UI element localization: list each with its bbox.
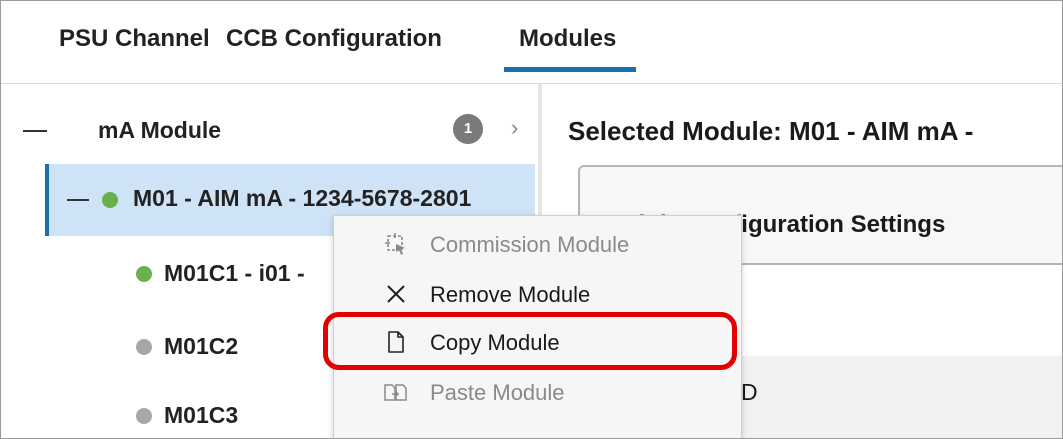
tree-module-label: M01 - AIM mA - 1234-5678-2801 [133, 185, 472, 211]
active-tab-indicator [504, 67, 636, 72]
tree-channel-label: M01C2 [164, 333, 239, 359]
chevron-right-icon[interactable]: › [511, 115, 518, 141]
tree-group-row[interactable]: mA Module 1 › [1, 111, 538, 151]
tree-channel-label: M01C3 [164, 402, 239, 428]
paste-icon [384, 384, 407, 401]
menu-item-paste-module[interactable]: Paste Module [334, 370, 741, 418]
highlight-annotation [323, 312, 737, 370]
tab-modules[interactable]: Modules [519, 25, 616, 53]
selected-module-title: Selected Module: M01 - AIM mA - [568, 116, 974, 146]
tab-bar: PSU Channel CCB Configuration Modules [1, 1, 1062, 84]
commission-icon [385, 233, 405, 255]
status-green-icon [136, 266, 152, 282]
menu-item-label: Remove Module [430, 282, 591, 307]
collapse-icon[interactable] [67, 199, 89, 201]
app-window: PSU Channel CCB Configuration Modules mA… [0, 0, 1063, 439]
status-green-icon [102, 192, 118, 208]
tab-ccb-configuration[interactable]: CCB Configuration [226, 25, 442, 53]
count-badge: 1 [453, 114, 483, 144]
menu-item-commission-module[interactable]: Commission Module [334, 222, 741, 270]
status-gray-icon [136, 408, 152, 424]
menu-item-label: Paste Module [430, 380, 565, 405]
tab-psu-channel[interactable]: PSU Channel [59, 25, 210, 53]
config-field-text: D [741, 379, 758, 405]
tree-channel-label: M01C1 - i01 - [164, 260, 305, 286]
status-gray-icon [136, 339, 152, 355]
collapse-icon[interactable] [23, 130, 47, 132]
close-icon [387, 285, 405, 303]
menu-item-label: Commission Module [430, 232, 630, 257]
tree-group-label: mA Module [98, 117, 222, 143]
